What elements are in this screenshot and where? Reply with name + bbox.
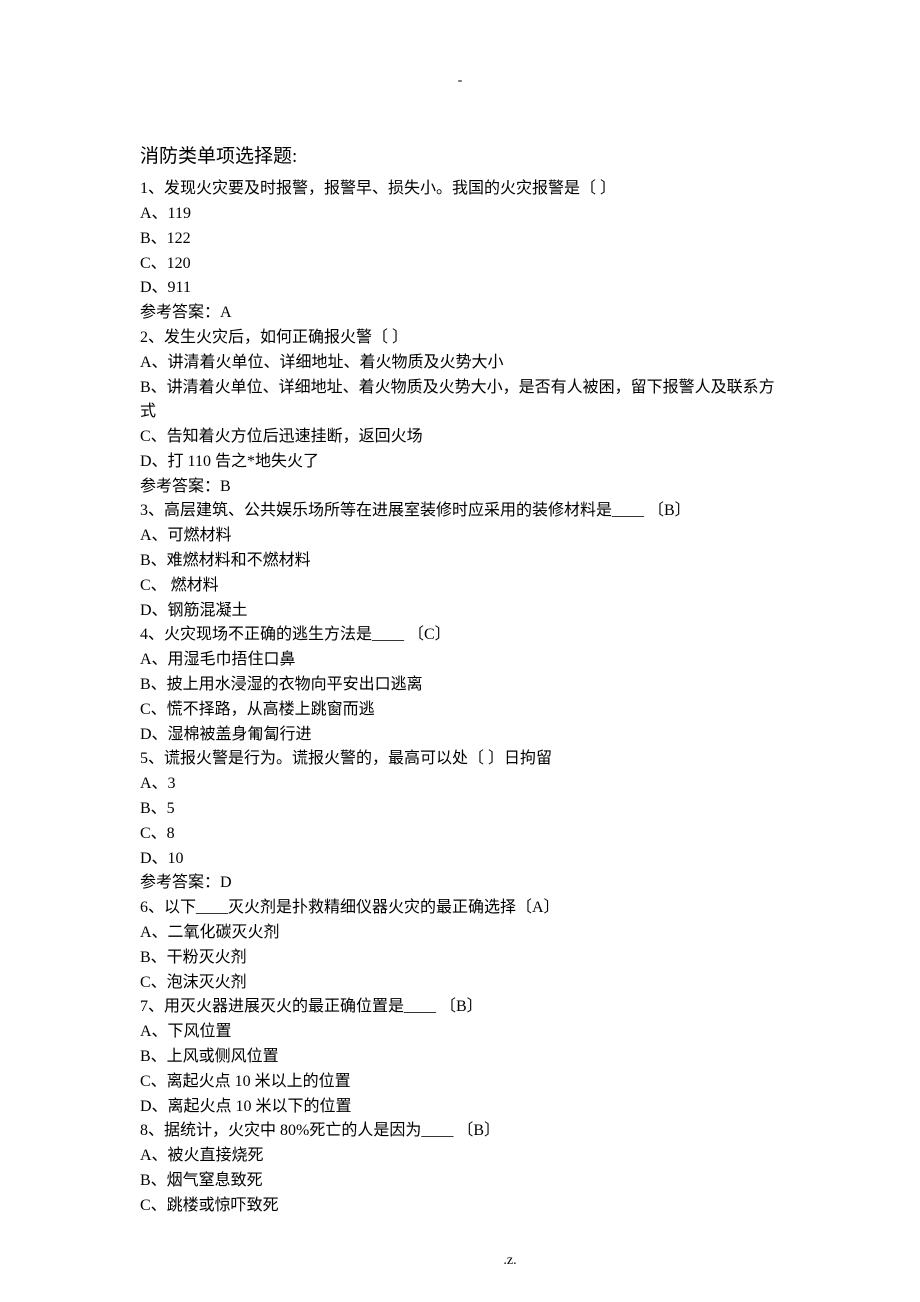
question-answer: 参考答案：B: [140, 475, 780, 500]
question-option: D、打 110 告之*地失火了: [140, 450, 780, 475]
question-answer: 参考答案：A: [140, 301, 780, 326]
question-option: C、泡沫灭火剂: [140, 971, 780, 996]
question-block: 3、高层建筑、公共娱乐场所等在进展室装修时应采用的装修材料是____ 〔B〕A、…: [140, 499, 780, 623]
question-option: D、911: [140, 276, 780, 301]
footer: .z.: [0, 1250, 920, 1272]
question-option: B、5: [140, 797, 780, 822]
question-option: A、被火直接烧死: [140, 1144, 780, 1169]
header-mark: -: [140, 70, 780, 92]
question-option: B、难燃材料和不燃材料: [140, 549, 780, 574]
question-block: 2、发生火灾后，如何正确报火警〔 〕A、讲清着火单位、详细地址、着火物质及火势大…: [140, 326, 780, 500]
question-option: B、披上用水浸湿的衣物向平安出口逃离: [140, 673, 780, 698]
question-block: 7、用灭火器进展灭火的最正确位置是____ 〔B〕A、下风位置B、上风或侧风位置…: [140, 995, 780, 1119]
question-option: C、 燃材料: [140, 574, 780, 599]
question-option: D、湿棉被盖身匍匐行进: [140, 723, 780, 748]
question-option: C、8: [140, 822, 780, 847]
question-option: C、慌不择路，从高楼上跳窗而逃: [140, 698, 780, 723]
question-block: 8、据统计，火灾中 80%死亡的人是因为____ 〔B〕A、被火直接烧死B、烟气…: [140, 1119, 780, 1218]
question-stem: 2、发生火灾后，如何正确报火警〔 〕: [140, 326, 780, 351]
question-block: 6、以下____灭火剂是扑救精细仪器火灾的最正确选择〔A〕A、二氧化碳灭火剂B、…: [140, 896, 780, 995]
question-option: C、跳楼或惊吓致死: [140, 1194, 780, 1219]
question-stem: 3、高层建筑、公共娱乐场所等在进展室装修时应采用的装修材料是____ 〔B〕: [140, 499, 780, 524]
footer-right: z.: [507, 1253, 517, 1268]
question-stem: 6、以下____灭火剂是扑救精细仪器火灾的最正确选择〔A〕: [140, 896, 780, 921]
question-option: C、离起火点 10 米以上的位置: [140, 1070, 780, 1095]
question-option: D、离起火点 10 米以下的位置: [140, 1095, 780, 1120]
document-title: 消防类单项选择题:: [140, 142, 780, 171]
question-stem: 7、用灭火器进展灭火的最正确位置是____ 〔B〕: [140, 995, 780, 1020]
question-option: A、二氧化碳灭火剂: [140, 921, 780, 946]
question-option: A、可燃材料: [140, 524, 780, 549]
question-option: B、讲清着火单位、详细地址、着火物质及火势大小，是否有人被困，留下报警人及联系方…: [140, 376, 780, 426]
question-option: B、烟气窒息致死: [140, 1169, 780, 1194]
question-stem: 5、谎报火警是行为。谎报火警的，最高可以处〔 〕日拘留: [140, 747, 780, 772]
question-option: A、讲清着火单位、详细地址、着火物质及火势大小: [140, 351, 780, 376]
question-option: A、下风位置: [140, 1020, 780, 1045]
question-option: B、122: [140, 227, 780, 252]
question-option: B、上风或侧风位置: [140, 1045, 780, 1070]
question-block: 4、火灾现场不正确的逃生方法是____ 〔C〕A、用湿毛巾捂住口鼻B、披上用水浸…: [140, 623, 780, 747]
question-stem: 8、据统计，火灾中 80%死亡的人是因为____ 〔B〕: [140, 1119, 780, 1144]
question-block: 1、发现火灾要及时报警，报警早、损失小。我国的火灾报警是〔 〕A、119B、12…: [140, 177, 780, 326]
question-stem: 1、发现火灾要及时报警，报警早、损失小。我国的火灾报警是〔 〕: [140, 177, 780, 202]
question-option: A、3: [140, 772, 780, 797]
question-stem: 4、火灾现场不正确的逃生方法是____ 〔C〕: [140, 623, 780, 648]
question-answer: 参考答案：D: [140, 871, 780, 896]
document-page: - 消防类单项选择题: 1、发现火灾要及时报警，报警早、损失小。我国的火灾报警是…: [0, 0, 920, 1302]
question-option: C、告知着火方位后迅速挂断，返回火场: [140, 425, 780, 450]
question-option: D、10: [140, 847, 780, 872]
question-option: D、钢筋混凝土: [140, 599, 780, 624]
question-option: C、120: [140, 252, 780, 277]
question-option: A、用湿毛巾捂住口鼻: [140, 648, 780, 673]
question-option: B、干粉灭火剂: [140, 946, 780, 971]
questions-container: 1、发现火灾要及时报警，报警早、损失小。我国的火灾报警是〔 〕A、119B、12…: [140, 177, 780, 1218]
question-option: A、119: [140, 202, 780, 227]
question-block: 5、谎报火警是行为。谎报火警的，最高可以处〔 〕日拘留A、3B、5C、8D、10…: [140, 747, 780, 896]
